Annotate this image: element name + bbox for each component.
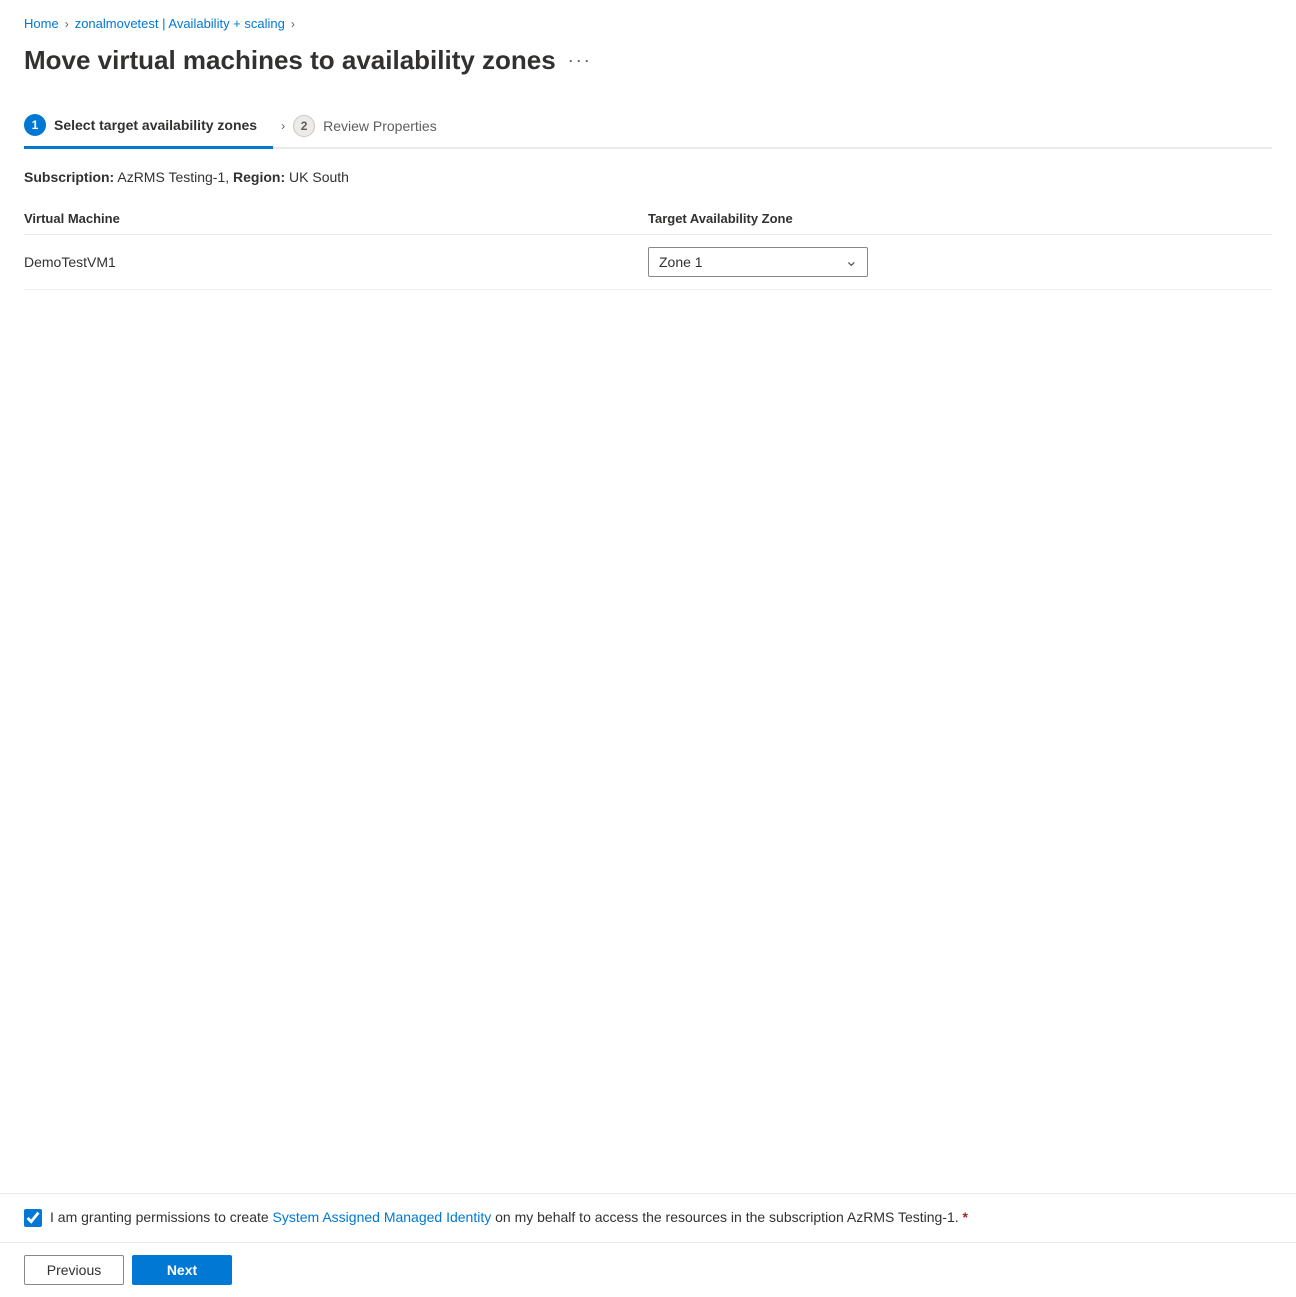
consent-row: I am granting permissions to create Syst…: [0, 1194, 1296, 1243]
buttons-row: Previous Next: [0, 1243, 1296, 1297]
step-1-label: Select target availability zones: [54, 117, 257, 133]
next-button[interactable]: Next: [132, 1255, 232, 1285]
breadcrumb-sep-1: ›: [65, 17, 69, 31]
step-1-tab[interactable]: 1 Select target availability zones: [24, 104, 273, 149]
subscription-info: Subscription: AzRMS Testing-1, Region: U…: [24, 169, 1272, 185]
region-label: Region:: [233, 169, 285, 185]
consent-required-marker: *: [963, 1209, 968, 1225]
breadcrumb-resource[interactable]: zonalmovetest | Availability + scaling: [75, 16, 285, 31]
more-options-button[interactable]: ···: [568, 50, 592, 71]
subscription-value: AzRMS Testing-1,: [117, 169, 229, 185]
consent-link[interactable]: System Assigned Managed Identity: [273, 1209, 492, 1225]
consent-text-before: I am granting permissions to create: [50, 1209, 269, 1225]
page-title: Move virtual machines to availability zo…: [24, 45, 556, 76]
step-separator: ›: [281, 119, 285, 133]
step-1-circle: 1: [24, 114, 46, 136]
col-vm-header: Virtual Machine: [24, 203, 648, 235]
region-value: UK South: [289, 169, 349, 185]
wizard-steps: 1 Select target availability zones › 2 R…: [24, 104, 1272, 149]
breadcrumb: Home › zonalmovetest | Availability + sc…: [24, 16, 1272, 31]
page-title-row: Move virtual machines to availability zo…: [24, 45, 1272, 76]
subscription-label: Subscription:: [24, 169, 114, 185]
step-2-circle: 2: [293, 115, 315, 137]
bottom-bar: I am granting permissions to create Syst…: [0, 1193, 1296, 1297]
consent-text-after: on my behalf to access the resources in …: [495, 1209, 959, 1225]
step-2-label: Review Properties: [323, 118, 437, 134]
zone-cell: Zone 1Zone 2Zone 3: [648, 235, 1272, 290]
consent-text: I am granting permissions to create Syst…: [50, 1208, 968, 1228]
vm-name-cell: DemoTestVM1: [24, 235, 648, 290]
step-2-tab[interactable]: 2 Review Properties: [293, 105, 453, 147]
zone-select-wrapper[interactable]: Zone 1Zone 2Zone 3: [648, 247, 868, 277]
breadcrumb-home[interactable]: Home: [24, 16, 59, 31]
vm-table: Virtual Machine Target Availability Zone…: [24, 203, 1272, 290]
breadcrumb-sep-2: ›: [291, 17, 295, 31]
table-row: DemoTestVM1Zone 1Zone 2Zone 3: [24, 235, 1272, 290]
zone-dropdown[interactable]: Zone 1Zone 2Zone 3: [648, 247, 868, 277]
col-zone-header: Target Availability Zone: [648, 203, 1272, 235]
consent-checkbox[interactable]: [24, 1209, 42, 1227]
previous-button[interactable]: Previous: [24, 1255, 124, 1285]
